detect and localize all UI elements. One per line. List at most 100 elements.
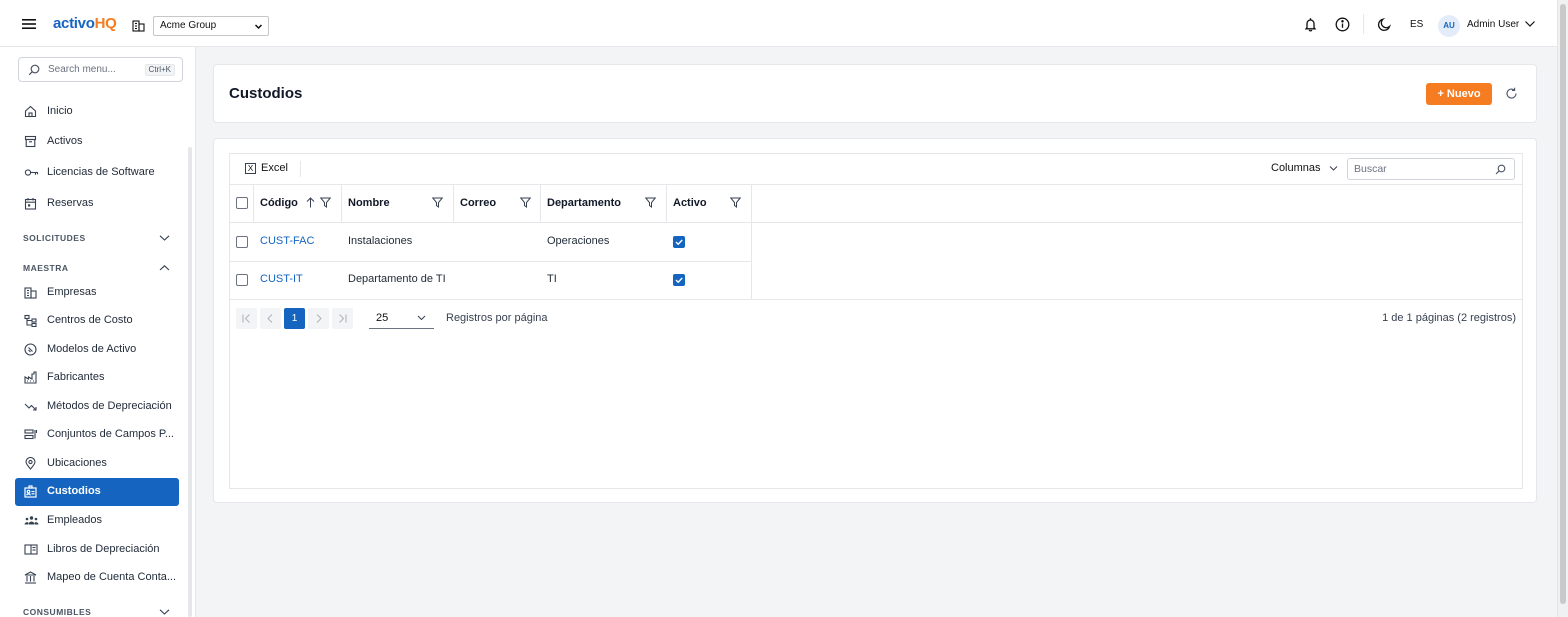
- header-activo[interactable]: Activo: [667, 185, 752, 222]
- sidebar-item-metodos-de-depreciacion[interactable]: Métodos de Depreciación: [15, 393, 179, 421]
- sidebar-item-inicio[interactable]: Inicio: [15, 98, 179, 126]
- sidebar-scrollbar[interactable]: [188, 147, 192, 617]
- sidebar-item-label: Fabricantes: [47, 371, 105, 383]
- sidebar-item-label: Empleados: [47, 514, 103, 526]
- sidebar-item-label: Reservas: [47, 197, 94, 209]
- row-departamento: Operaciones: [547, 235, 610, 247]
- sidebar-item-centros-de-costo[interactable]: Centros de Costo: [15, 307, 179, 335]
- header-label: Activo: [673, 197, 707, 209]
- section-label: CONSUMIBLES: [23, 607, 92, 617]
- sort-ascending-icon[interactable]: [306, 197, 315, 208]
- row-checkbox[interactable]: [236, 236, 248, 248]
- section-label: SOLICITUDES: [23, 233, 86, 243]
- row-codigo-link[interactable]: CUST-IT: [260, 273, 303, 285]
- chevron-down-icon: [254, 22, 263, 31]
- filter-icon[interactable]: [520, 197, 531, 208]
- header-label: Nombre: [348, 197, 390, 209]
- toolbar-divider: [1363, 14, 1364, 34]
- avatar[interactable]: AU: [1438, 15, 1460, 37]
- data-grid-card: X Excel Columnas Código Nombre: [213, 138, 1537, 503]
- sidebar-item-reservas[interactable]: Reservas: [15, 190, 179, 218]
- section-solicitudes[interactable]: SOLICITUDES: [23, 231, 173, 245]
- sidebar-item-label: Conjuntos de Campos P...: [47, 428, 174, 440]
- chevron-right-icon: [316, 314, 322, 323]
- row-activo-checkbox: [673, 274, 685, 286]
- row-nombre: Instalaciones: [348, 235, 413, 247]
- page-header: Custodios + Nuevo: [213, 64, 1537, 123]
- sidebar-item-label: Mapeo de Cuenta Conta...: [47, 571, 177, 583]
- sidebar-item-conjuntos-de-campos[interactable]: Conjuntos de Campos P...: [15, 421, 179, 449]
- columns-button[interactable]: Columnas: [1271, 162, 1338, 174]
- grid-search-input[interactable]: [1354, 163, 1484, 175]
- page-size-select[interactable]: 25: [369, 307, 434, 329]
- page-size-value: 25: [376, 312, 389, 324]
- user-name[interactable]: Admin User: [1467, 19, 1519, 30]
- top-bar: activoHQ Acme Group ES AU Admin User: [0, 0, 1568, 47]
- header-departamento[interactable]: Departamento: [541, 185, 667, 222]
- row-checkbox[interactable]: [236, 274, 248, 286]
- data-grid: X Excel Columnas Código Nombre: [229, 153, 1523, 489]
- menu-toggle-icon[interactable]: [21, 17, 37, 31]
- section-consumibles[interactable]: CONSUMIBLES: [23, 605, 173, 617]
- page-scrollbar[interactable]: [1557, 0, 1568, 617]
- sidebar-item-label: Libros de Depreciación: [47, 543, 160, 555]
- filter-icon[interactable]: [645, 197, 656, 208]
- sidebar-item-label: Ubicaciones: [47, 457, 107, 469]
- select-all-checkbox[interactable]: [236, 197, 248, 209]
- page-title: Custodios: [229, 85, 303, 102]
- new-button[interactable]: + Nuevo: [1426, 83, 1492, 105]
- header-nombre[interactable]: Nombre: [342, 185, 454, 222]
- language-toggle[interactable]: ES: [1410, 19, 1423, 30]
- company-select-value: Acme Group: [160, 20, 217, 31]
- page-number-button[interactable]: 1: [284, 308, 305, 329]
- row-codigo-link[interactable]: CUST-FAC: [260, 235, 314, 247]
- sidebar-item-ubicaciones[interactable]: Ubicaciones: [15, 450, 179, 478]
- sidebar-item-fabricantes[interactable]: Fabricantes: [15, 364, 179, 392]
- sidebar-item-libros-de-depreciacion[interactable]: Libros de Depreciación: [15, 536, 179, 564]
- page-size-label: Registros por página: [446, 312, 548, 324]
- model-icon: [24, 343, 37, 356]
- dark-mode-icon[interactable]: [1377, 17, 1392, 32]
- sidebar-search[interactable]: Search menu... Ctrl+K: [18, 57, 183, 82]
- prev-page-button[interactable]: [260, 308, 281, 329]
- section-maestra[interactable]: MAESTRA: [23, 261, 173, 275]
- first-page-icon: [242, 314, 250, 323]
- bell-icon[interactable]: [1303, 17, 1318, 32]
- filter-icon[interactable]: [432, 197, 443, 208]
- id-badge-icon: [24, 485, 37, 498]
- header-label: Correo: [460, 197, 497, 209]
- sidebar-item-empresas[interactable]: Empresas: [15, 279, 179, 307]
- table-row[interactable]: CUST-IT Departamento de TI TI: [230, 262, 752, 301]
- shortcut-hint: Ctrl+K: [144, 64, 175, 76]
- sidebar-search-placeholder: Search menu...: [48, 64, 116, 75]
- sidebar-item-empleados[interactable]: Empleados: [15, 507, 179, 535]
- last-page-button[interactable]: [332, 308, 353, 329]
- sidebar-item-activos[interactable]: Activos: [15, 128, 179, 156]
- filter-icon[interactable]: [320, 197, 331, 208]
- building-icon: [132, 19, 145, 32]
- sidebar-item-custodios[interactable]: Custodios: [15, 478, 179, 506]
- sidebar-item-licencias[interactable]: Licencias de Software: [15, 159, 179, 187]
- grid-rows-divider: [230, 299, 1522, 300]
- app-logo[interactable]: activoHQ: [53, 15, 117, 32]
- next-page-button[interactable]: [308, 308, 329, 329]
- page-scrollbar-thumb[interactable]: [1560, 4, 1566, 604]
- grid-search[interactable]: [1347, 158, 1515, 180]
- header-label: Código: [260, 197, 298, 209]
- search-icon[interactable]: [1495, 164, 1506, 175]
- table-row[interactable]: CUST-FAC Instalaciones Operaciones: [230, 223, 752, 262]
- header-codigo[interactable]: Código: [254, 185, 342, 222]
- info-icon[interactable]: [1335, 17, 1350, 32]
- sidebar-item-modelos-de-activo[interactable]: Modelos de Activo: [15, 336, 179, 364]
- header-correo[interactable]: Correo: [454, 185, 541, 222]
- company-select[interactable]: Acme Group: [153, 16, 269, 36]
- refresh-icon[interactable]: [1505, 87, 1518, 100]
- sidebar-item-mapeo-de-cuenta[interactable]: Mapeo de Cuenta Conta...: [15, 564, 179, 592]
- first-page-button[interactable]: [236, 308, 257, 329]
- sidebar-item-label: Licencias de Software: [47, 166, 155, 178]
- filter-icon[interactable]: [730, 197, 741, 208]
- archive-icon: [24, 135, 37, 148]
- chevron-down-icon[interactable]: [1524, 20, 1536, 28]
- home-icon: [24, 105, 37, 118]
- chevron-down-icon: [159, 608, 170, 616]
